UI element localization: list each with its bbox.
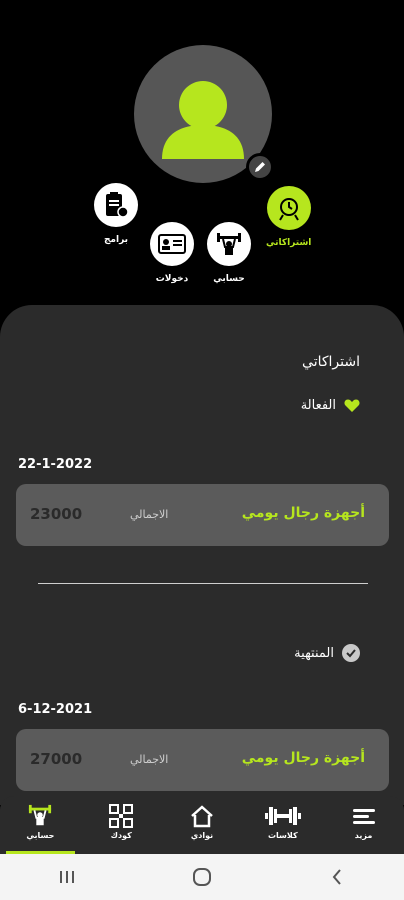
nav-label: نوادي <box>190 831 214 840</box>
quick-action-programs[interactable]: برامج <box>94 183 138 245</box>
menu-lines-icon <box>352 809 375 824</box>
subscription-date: 6-12-2021 <box>18 702 93 717</box>
dumbbell-icon <box>264 807 301 825</box>
total-value: 27000 <box>30 750 83 768</box>
quick-action-subscriptions[interactable]: اشتراكاتي <box>266 186 311 248</box>
nav-item-more[interactable]: مزيد <box>323 796 404 854</box>
home-circle-icon <box>192 868 211 886</box>
subscription-name: أجهزة رجال يومي <box>241 505 365 521</box>
quick-action-label: برامج <box>103 235 129 245</box>
clipboard-apple-icon <box>106 192 129 218</box>
weightlifter-icon <box>29 804 52 826</box>
active-subscriptions-header: الفعالة <box>301 398 360 413</box>
quick-action-account[interactable]: حسابي <box>207 222 251 284</box>
nav-item-clubs[interactable]: نوادي <box>162 796 243 854</box>
total-label: الاجمالي <box>130 508 169 521</box>
page-title: اشتراكاتي <box>302 354 360 370</box>
quick-action-label: اشتراكاتي <box>266 238 312 248</box>
recent-apps-icon <box>60 871 75 883</box>
heart-icon <box>344 399 360 412</box>
total-label: الاجمالي <box>130 753 169 766</box>
recent-apps-button[interactable] <box>47 869 87 885</box>
clock-badge-icon <box>278 198 299 221</box>
total-value: 23000 <box>30 505 83 523</box>
system-nav-bar <box>0 854 404 900</box>
profile-avatar-wrap <box>134 45 274 183</box>
edit-avatar-button[interactable] <box>246 153 274 181</box>
nav-label: حسابي <box>26 831 55 840</box>
check-circle-icon <box>342 644 360 662</box>
expired-subscriptions-header: المنتهية <box>294 644 360 662</box>
quick-action-label: دخولات <box>155 274 189 284</box>
nav-label: كلاسات <box>267 831 298 840</box>
subscription-name: أجهزة رجال يومي <box>241 750 365 766</box>
subscription-date: 22-1-2022 <box>18 457 93 472</box>
quick-action-label: حسابي <box>213 274 245 284</box>
qr-code-icon <box>109 804 134 828</box>
subscription-card[interactable]: أجهزة رجال يومي الاجمالي 27000 <box>16 729 389 791</box>
nav-label: مزيد <box>354 831 373 840</box>
pencil-icon <box>255 162 265 172</box>
back-button[interactable] <box>317 868 357 886</box>
quick-action-entries[interactable]: دخولات <box>150 222 194 284</box>
home-icon <box>191 805 213 828</box>
id-card-icon <box>158 234 186 254</box>
active-label: الفعالة <box>300 398 336 413</box>
weightlifter-icon <box>217 233 241 255</box>
nav-item-account[interactable]: حسابي <box>0 796 81 854</box>
bottom-nav: حسابي كودك نوادي كلاسات مزيد <box>0 796 404 854</box>
divider <box>38 583 368 584</box>
expired-label: المنتهية <box>294 645 334 661</box>
subscription-card[interactable]: أجهزة رجال يومي الاجمالي 23000 <box>16 484 389 546</box>
nav-label: كودك <box>110 831 132 840</box>
home-button[interactable] <box>182 867 222 887</box>
nav-item-classes[interactable]: كلاسات <box>242 796 323 854</box>
back-chevron-icon <box>332 869 341 885</box>
nav-item-code[interactable]: كودك <box>81 796 162 854</box>
